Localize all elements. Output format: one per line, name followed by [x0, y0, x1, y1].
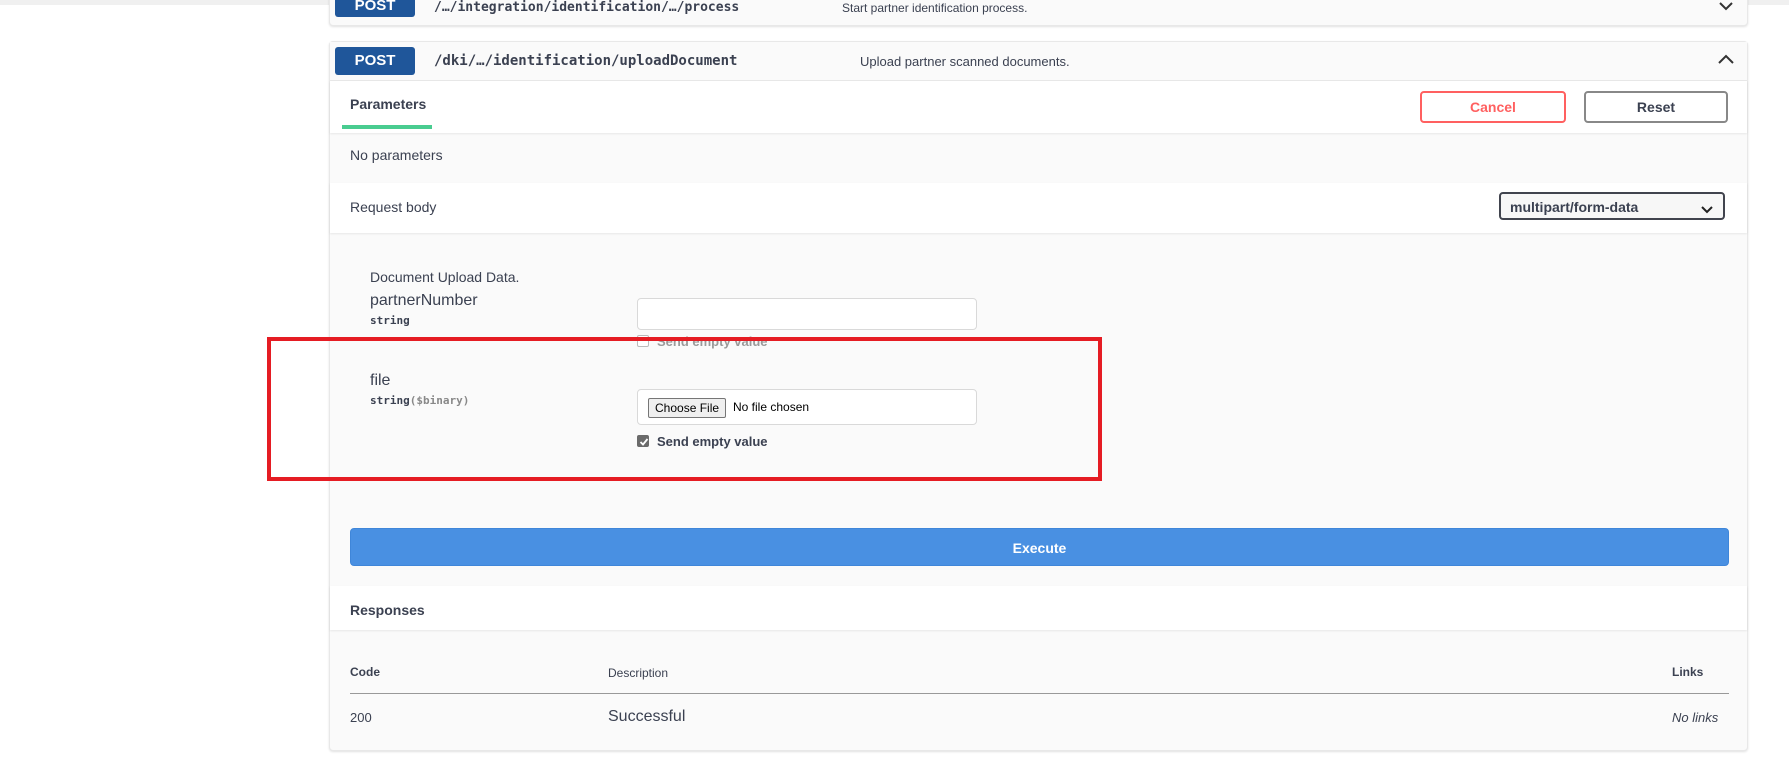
content-type-value: multipart/form-data [1510, 199, 1639, 215]
operation-path: /…/integration/identification/…/process [434, 0, 740, 15]
request-body-label: Request body [350, 199, 437, 215]
reset-button[interactable]: Reset [1584, 91, 1728, 123]
operation-description: Start partner identification process. [842, 1, 1028, 15]
partnerNumber-input[interactable] [637, 298, 977, 330]
no-parameters-text: No parameters [350, 147, 443, 163]
param-type-text: string [370, 314, 410, 327]
response-code: 200 [350, 710, 372, 725]
parameters-header: Parameters Cancel Reset [330, 81, 1747, 133]
method-badge: POST [335, 0, 415, 17]
previous-operation[interactable]: POST /…/integration/identification/…/pro… [329, 0, 1748, 26]
responses-title: Responses [350, 602, 425, 618]
operation-summary[interactable]: POST /dki/…/identification/uploadDocumen… [330, 42, 1747, 81]
tab-parameters[interactable]: Parameters [350, 96, 426, 112]
chevron-down-icon [1701, 201, 1713, 214]
content-type-select[interactable]: multipart/form-data [1499, 192, 1725, 220]
operation-path: /dki/…/identification/uploadDocument [434, 53, 738, 69]
highlight-box [267, 337, 1102, 481]
execute-button[interactable]: Execute [350, 528, 1729, 566]
request-body-header: Request body multipart/form-data [330, 183, 1747, 233]
table-divider [350, 693, 1729, 694]
method-badge: POST [335, 47, 415, 75]
chevron-down-icon[interactable] [1719, 0, 1733, 14]
response-links: No links [1672, 710, 1719, 725]
column-header-links: Links [1672, 665, 1704, 679]
param-type-partnerNumber: string [370, 314, 410, 327]
param-name-partnerNumber: partnerNumber [370, 292, 478, 309]
cancel-button[interactable]: Cancel [1420, 91, 1566, 123]
column-header-description: Description [608, 666, 669, 680]
request-body-description: Document Upload Data. [370, 269, 520, 285]
responses-header: Responses [330, 586, 1747, 630]
chevron-up-icon[interactable] [1715, 49, 1737, 71]
operation-description: Upload partner scanned documents. [860, 54, 1070, 69]
column-header-code: Code [350, 665, 380, 679]
response-description: Successful [608, 708, 686, 725]
tab-underline [342, 125, 432, 129]
